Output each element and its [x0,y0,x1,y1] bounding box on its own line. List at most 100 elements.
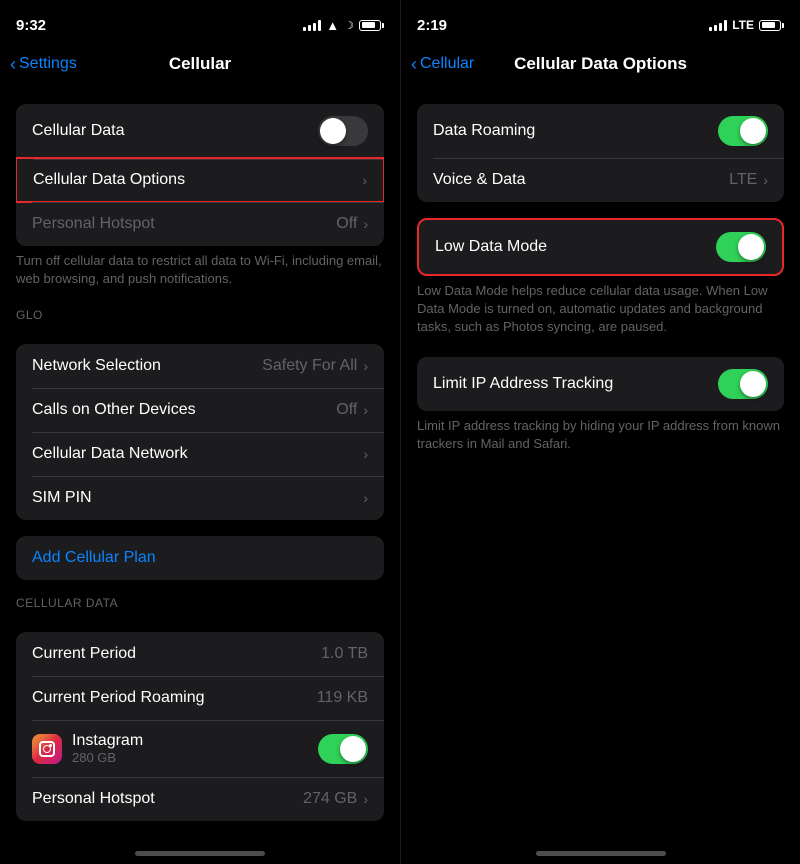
chevron-right-icon: › [363,402,368,418]
data-roaming-label: Data Roaming [433,122,535,140]
voice-data-label: Voice & Data [433,171,526,189]
chevron-right-icon: › [363,358,368,374]
moon-icon: ☽ [344,19,354,32]
calls-other-devices-value: Off [336,401,357,419]
right-content: Data Roaming Voice & Data LTE › Low Data… [401,88,800,830]
home-bar [536,851,666,856]
voice-data-row[interactable]: Voice & Data LTE › [417,158,784,202]
cellular-info-text: Turn off cellular data to restrict all d… [0,246,400,292]
left-nav-title: Cellular [169,54,231,74]
current-period-row: Current Period 1.0 TB [16,632,384,676]
chevron-right-icon: › [363,791,368,807]
personal-hotspot-value: Off [336,215,357,233]
instagram-toggle[interactable] [318,734,368,764]
voice-data-value: LTE [729,171,757,189]
cellular-data-section: Current Period 1.0 TB Current Period Roa… [16,632,384,821]
cellular-data-network-right: › [363,446,368,462]
right-back-label: Cellular [420,55,474,73]
network-selection-row[interactable]: Network Selection Safety For All › [16,344,384,388]
chevron-right-icon: › [363,446,368,462]
low-data-row[interactable]: Low Data Mode [419,220,782,274]
add-plan-section[interactable]: Add Cellular Plan [16,536,384,580]
instagram-icon-inner [39,741,55,757]
glo-section: Network Selection Safety For All › Calls… [16,344,384,520]
left-content: Cellular Data Cellular Data Options › Pe… [0,88,400,830]
top-section: Cellular Data Cellular Data Options › Pe… [16,104,384,246]
calls-other-devices-row[interactable]: Calls on Other Devices Off › [16,388,384,432]
sim-pin-right: › [363,490,368,506]
instagram-icon [32,734,62,764]
personal-hotspot-data-row[interactable]: Personal Hotspot 274 GB › [16,777,384,821]
personal-hotspot-label: Personal Hotspot [32,215,155,233]
current-period-right: 1.0 TB [321,645,368,663]
chevron-right-icon: › [363,490,368,506]
current-period-roaming-right: 119 KB [317,689,368,707]
network-selection-label: Network Selection [32,357,161,375]
limit-ip-toggle[interactable] [718,369,768,399]
toggle-thumb [738,234,764,260]
instagram-info: Instagram 280 GB [72,732,143,765]
cellular-data-network-label: Cellular Data Network [32,445,188,463]
left-home-indicator [0,830,400,864]
right-nav-bar: ‹ Cellular Cellular Data Options [401,44,800,88]
current-period-roaming-row: Current Period Roaming 119 KB [16,676,384,720]
cellular-data-label: Cellular Data [32,122,124,140]
signal-bars-icon [303,19,321,31]
glo-section-label: GLO [0,292,400,328]
cellular-data-toggle[interactable] [318,116,368,146]
cellular-data-section-label: CELLULAR DATA [0,580,400,616]
chevron-right-icon: › [763,172,768,188]
toggle-thumb [320,118,346,144]
current-period-label: Current Period [32,645,136,663]
right-home-indicator [401,830,800,864]
right-status-icons: LTE [709,18,784,32]
cellular-data-options-right: › [362,172,367,188]
chevron-left-icon: ‹ [411,54,417,75]
cellular-data-row[interactable]: Cellular Data [16,104,384,158]
right-status-bar: 2:19 LTE [401,0,800,44]
signal-bars-icon [709,19,727,31]
right-back-button[interactable]: ‹ Cellular [411,54,474,75]
left-back-button[interactable]: ‹ Settings [10,54,77,75]
sim-pin-row[interactable]: SIM PIN › [16,476,384,520]
limit-ip-row[interactable]: Limit IP Address Tracking [417,357,784,411]
instagram-left: Instagram 280 GB [32,732,143,765]
add-plan-row[interactable]: Add Cellular Plan [16,536,384,580]
network-selection-right: Safety For All › [262,357,368,375]
left-nav-bar: ‹ Settings Cellular [0,44,400,88]
battery-icon [359,20,384,31]
toggle-thumb [740,118,766,144]
right-nav-title: Cellular Data Options [514,54,687,74]
cellular-data-options-row[interactable]: Cellular Data Options › [16,157,384,203]
data-roaming-row[interactable]: Data Roaming [417,104,784,158]
battery-icon [759,20,784,31]
personal-hotspot-row[interactable]: Personal Hotspot Off › [16,202,384,246]
low-data-label: Low Data Mode [435,238,547,256]
left-time: 9:32 [16,17,46,34]
instagram-size: 280 GB [72,750,143,765]
left-status-icons: ▲ ☽ [303,18,384,33]
toggle-thumb [740,371,766,397]
current-period-roaming-label: Current Period Roaming [32,689,205,707]
add-plan-label: Add Cellular Plan [32,549,156,567]
left-panel: 9:32 ▲ ☽ ‹ Settings Cellular [0,0,400,864]
chevron-left-icon: ‹ [10,54,16,75]
cellular-data-network-row[interactable]: Cellular Data Network › [16,432,384,476]
personal-hotspot-data-right: 274 GB › [303,790,368,808]
low-data-info: Low Data Mode helps reduce cellular data… [401,276,800,341]
right-panel: 2:19 LTE ‹ Cellular Cellular Data Option… [400,0,800,864]
left-status-bar: 9:32 ▲ ☽ [0,0,400,44]
lte-icon: LTE [732,18,754,32]
limit-ip-section: Limit IP Address Tracking [417,357,784,411]
data-roaming-toggle[interactable] [718,116,768,146]
low-data-toggle[interactable] [716,232,766,262]
low-data-section: Low Data Mode [417,218,784,276]
personal-hotspot-data-value: 274 GB [303,790,357,808]
right-time: 2:19 [417,17,447,34]
limit-ip-info: Limit IP address tracking by hiding your… [401,411,800,457]
chevron-right-icon: › [363,216,368,232]
sim-pin-label: SIM PIN [32,489,92,507]
chevron-right-icon: › [362,172,367,188]
left-back-label: Settings [19,55,77,73]
voice-data-right: LTE › [729,171,768,189]
